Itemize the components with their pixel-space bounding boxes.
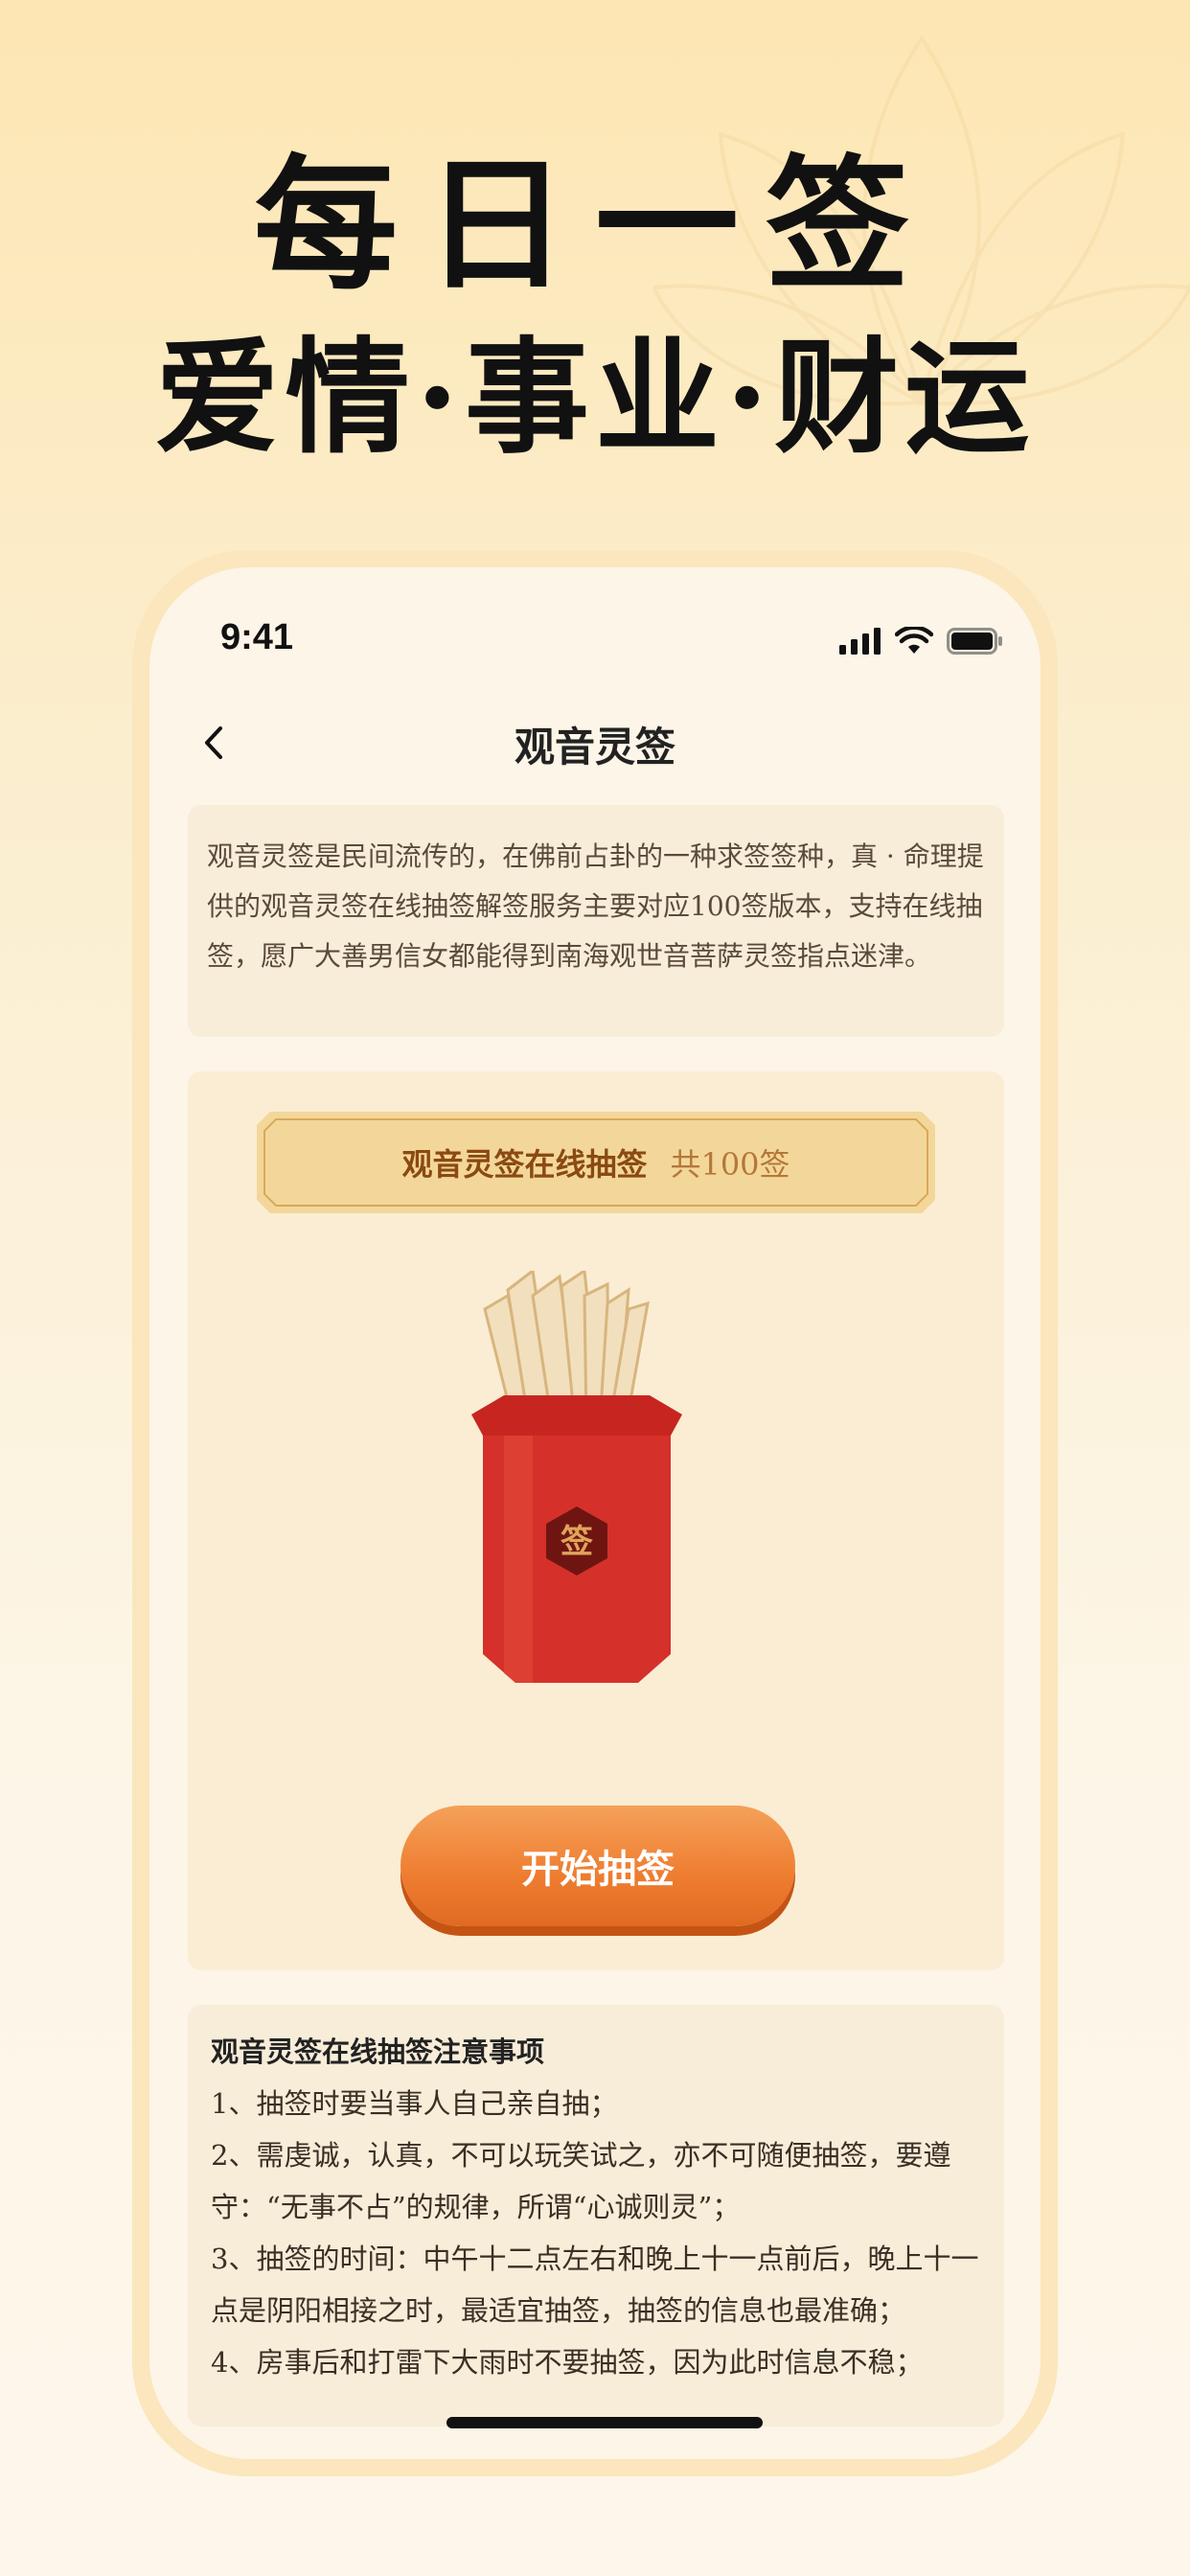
- note-item: 3、抽签的时间：中午十二点左右和晚上十一点前后，晚上十一点是阴阳相接之时，最适宜…: [211, 2242, 979, 2327]
- notes-panel: 观音灵签在线抽签注意事项 1、抽签时要当事人自己亲自抽； 2、需虔诚，认真，不可…: [188, 2005, 1004, 2426]
- intro-description: 观音灵签是民间流传的，在佛前占卦的一种求签签种，真 · 命理提供的观音灵签在线抽…: [188, 805, 1004, 1037]
- status-bar: 9:41: [149, 617, 1041, 675]
- phone-screen: 9:41 观音灵签 观音灵签是民间流传的，在佛前占卦的一种求签签种，真 · 命理…: [149, 567, 1041, 2459]
- headline-categories: 爱情·事业·财运: [154, 324, 1036, 471]
- start-draw-button[interactable]: 开始抽签: [400, 1806, 795, 1926]
- notes-title: 观音灵签在线抽签注意事项: [211, 2036, 545, 2068]
- phone-frame: 9:41 观音灵签 观音灵签是民间流传的，在佛前占卦的一种求签签种，真 · 命理…: [132, 550, 1058, 2476]
- note-item: 2、需虔诚，认真，不可以玩笑试之，亦不可随便抽签，要遵守：“无事不占”的规律，所…: [211, 2139, 951, 2223]
- draw-lot-panel: 观音灵签在线抽签 共100签 签 开始抽签: [188, 1071, 1004, 1970]
- draw-banner: 观音灵签在线抽签 共100签: [257, 1112, 935, 1213]
- banner-label: 观音灵签在线抽签 共100签: [257, 1140, 935, 1184]
- battery-icon: [947, 628, 1002, 655]
- page-title: 观音灵签: [514, 724, 675, 770]
- lot-tube-illustration: 签: [471, 1271, 682, 1683]
- cellular-signal-icon: [839, 628, 881, 655]
- note-item: 1、抽签时要当事人自己亲自抽；: [211, 2087, 618, 2120]
- note-item: 4、房事后和打雷下大雨时不要抽签，因为此时信息不稳；: [211, 2346, 924, 2379]
- home-indicator[interactable]: [446, 2417, 763, 2428]
- banner-count: 共100签: [670, 1146, 790, 1183]
- banner-title: 观音灵签在线抽签: [401, 1146, 648, 1183]
- status-time: 9:41: [220, 617, 294, 657]
- navigation-bar: 观音灵签: [149, 702, 1041, 788]
- tube-label: 签: [561, 1523, 593, 1561]
- headline-daily-lot: 每日一签: [253, 141, 936, 310]
- status-icons: [839, 627, 1002, 656]
- wifi-icon: [895, 627, 933, 654]
